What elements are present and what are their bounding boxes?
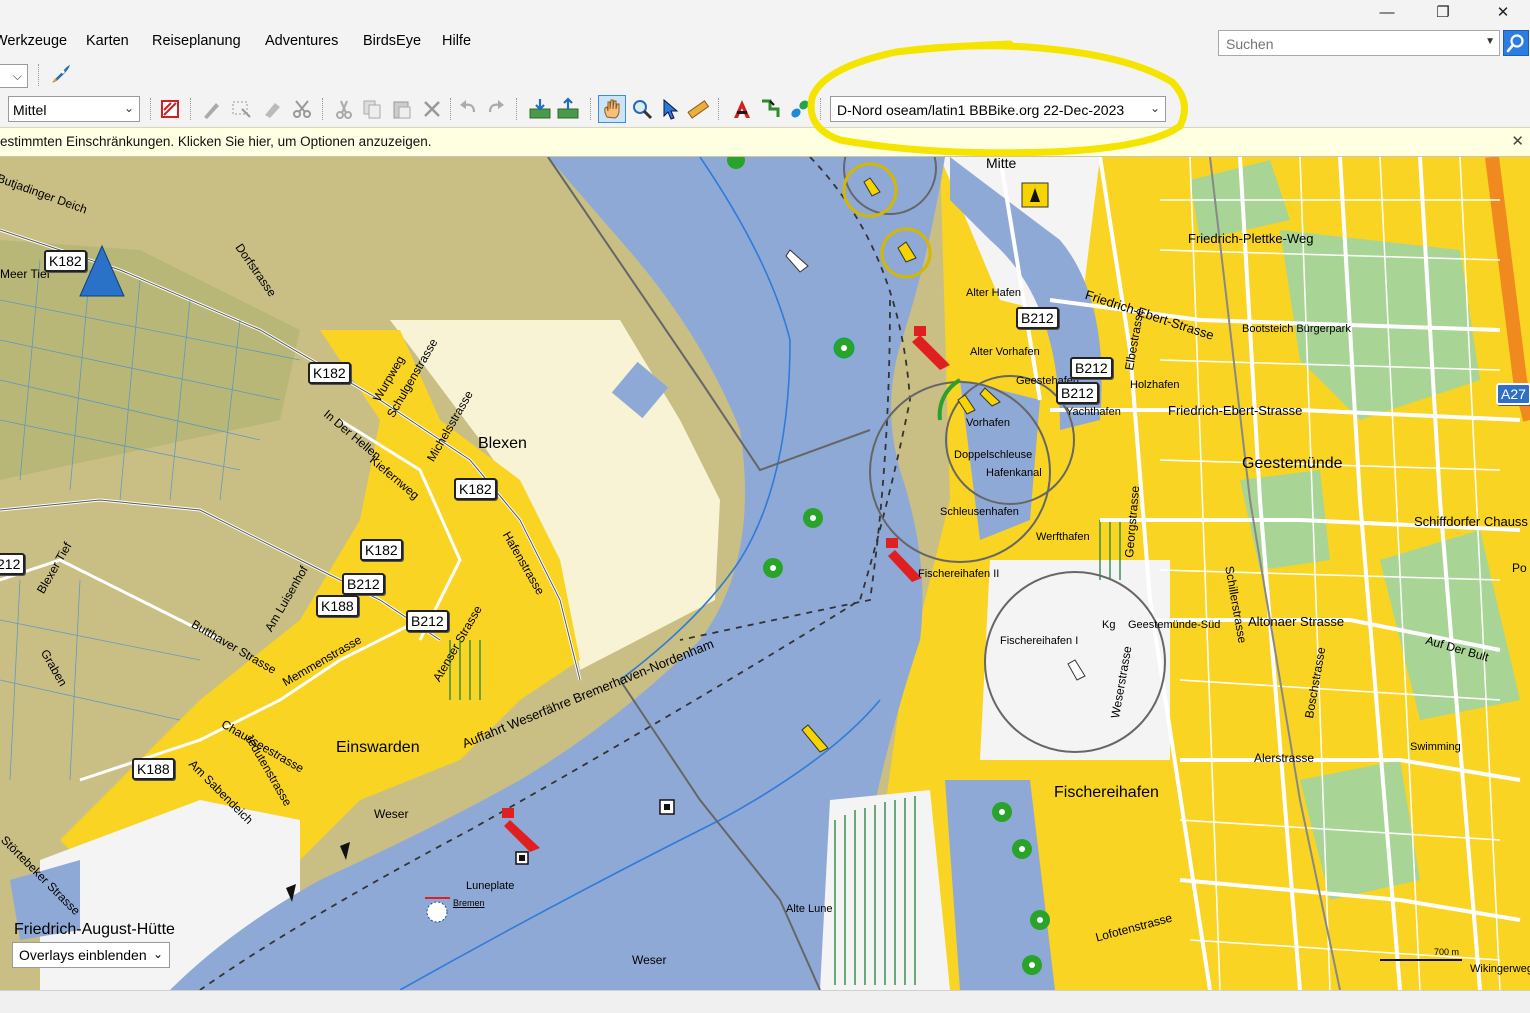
toolbar-top: ⌵ — [0, 58, 1530, 92]
toolbar-separator — [190, 98, 192, 120]
road-sign-motorway: A27 — [1496, 383, 1530, 405]
toolbar-separator — [516, 98, 518, 120]
delete-icon[interactable] — [420, 97, 444, 121]
menu-adventures[interactable]: Adventures — [265, 33, 338, 49]
search-icon — [1506, 34, 1524, 53]
road-sign: K182 — [360, 539, 403, 561]
menu-werkzeuge[interactable]: Werkzeuge — [0, 33, 67, 49]
detail-level-value: Mittel — [13, 102, 47, 118]
pointer-icon[interactable] — [658, 97, 682, 121]
ruler-icon[interactable] — [686, 97, 710, 121]
zoom-icon[interactable] — [630, 97, 654, 121]
route-track-icon[interactable] — [758, 97, 782, 121]
undo-icon[interactable] — [456, 97, 480, 121]
search-input[interactable] — [1224, 35, 1478, 53]
menu-reiseplanung[interactable]: Reiseplanung — [152, 33, 241, 49]
pan-tool-button[interactable] — [598, 95, 626, 123]
close-icon[interactable]: ✕ — [1511, 132, 1524, 150]
route-point-icon[interactable] — [730, 97, 754, 121]
rocket-icon[interactable] — [48, 63, 72, 87]
menu-hilfe[interactable]: Hilfe — [442, 33, 471, 49]
copy-icon[interactable] — [360, 97, 384, 121]
map-canvas[interactable] — [0, 157, 1530, 990]
chevron-down-icon: ⌄ — [152, 947, 163, 961]
info-bar-text: estimmten Einschränkungen. Klicken Sie h… — [0, 134, 432, 149]
cut-icon[interactable] — [332, 97, 356, 121]
chevron-down-icon: ⌵ — [12, 69, 22, 83]
hand-icon — [604, 99, 620, 119]
detail-level-select[interactable]: Mittel ⌄ — [8, 96, 140, 122]
overlay-select-value: Overlays einblenden — [19, 947, 147, 963]
road-sign: K188 — [316, 595, 359, 617]
search-button[interactable] — [1503, 30, 1529, 56]
close-icon[interactable]: ✕ — [1480, 0, 1526, 26]
highlight-annotation — [807, 40, 1188, 157]
industrial-area — [980, 560, 1170, 760]
search-box: ▼ — [1218, 30, 1500, 56]
search-dropdown-icon[interactable]: ▼ — [1485, 36, 1495, 47]
info-bar[interactable]: estimmten Einschränkungen. Klicken Sie h… — [0, 127, 1530, 157]
eraser-icon[interactable] — [260, 97, 284, 121]
road-sign: K182 — [308, 362, 351, 384]
toolbar-separator — [590, 98, 592, 120]
toolbar-separator — [718, 98, 720, 120]
select-area-icon[interactable] — [230, 97, 254, 121]
map-download-icon[interactable] — [528, 97, 552, 121]
paste-icon[interactable] — [390, 97, 414, 121]
minimize-icon[interactable]: — — [1364, 0, 1410, 26]
road-sign: K188 — [132, 758, 175, 780]
toolbar-separator — [450, 98, 452, 120]
split-icon[interactable] — [290, 97, 314, 121]
chevron-down-icon: ⌄ — [123, 101, 134, 115]
status-bar — [0, 990, 1530, 1013]
road-sign: 212 — [0, 553, 26, 575]
no-routing-icon[interactable] — [158, 97, 182, 121]
road-sign: B212 — [342, 573, 385, 595]
road-sign: B212 — [1016, 307, 1059, 329]
road-sign: B212 — [1056, 382, 1099, 404]
road-sign: B212 — [406, 610, 449, 632]
map-view[interactable]: Blexen Einswarden Friedrich-August-Hütte… — [0, 157, 1530, 990]
overlay-select[interactable]: Overlays einblenden ⌄ — [12, 942, 170, 968]
map-upload-icon[interactable] — [556, 97, 580, 121]
edit-route-icon[interactable] — [200, 97, 224, 121]
road-sign: K182 — [44, 250, 87, 272]
toolbar-main: Mittel ⌄ D-Nord oseam/latin1 BBBike.org … — [0, 92, 1530, 126]
toolbar-separator — [38, 64, 40, 86]
menu-birdseye[interactable]: BirdsEye — [363, 33, 421, 49]
toolbar-separator — [322, 98, 324, 120]
title-bar: — ❐ ✕ — [0, 0, 1530, 26]
toolbar-small-combo[interactable]: ⌵ — [0, 64, 28, 88]
road-sign: K182 — [454, 478, 497, 500]
restore-icon[interactable]: ❐ — [1420, 0, 1466, 26]
toolbar-separator — [150, 98, 152, 120]
menu-karten[interactable]: Karten — [86, 33, 129, 49]
redo-icon[interactable] — [484, 97, 508, 121]
road-sign: B212 — [1070, 357, 1113, 379]
